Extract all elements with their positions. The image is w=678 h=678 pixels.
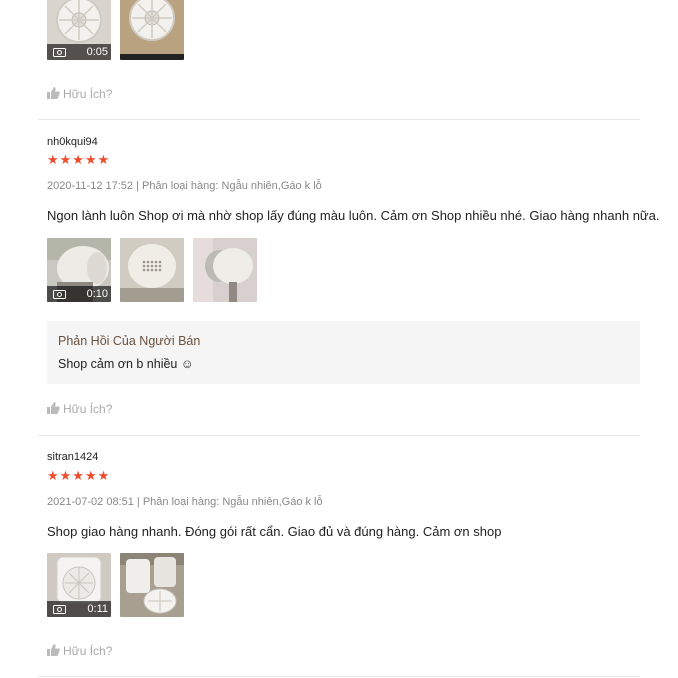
helpful-button[interactable]: Hữu Ích? (47, 644, 112, 658)
review-divider (38, 435, 640, 436)
review-media-image[interactable] (120, 553, 184, 617)
review-media-image[interactable] (193, 238, 257, 302)
fan-cover-photo (120, 0, 184, 60)
video-camera-icon (53, 605, 66, 614)
review-content: Ngon lành luôn Shop ơi mà nhờ shop lấy đ… (47, 208, 660, 223)
review-meta: 2020-11-12 17:52 | Phân loại hàng: Ngẫu … (47, 180, 322, 192)
video-duration-bar: 0:11 (47, 601, 111, 617)
review-divider (38, 676, 640, 677)
thumbs-up-icon (47, 87, 60, 99)
helpful-label: Hữu Ích? (63, 644, 113, 658)
review-media-video[interactable]: 0:10 (47, 238, 111, 302)
product-photo (120, 238, 184, 302)
product-photo (193, 238, 257, 302)
review-media-video[interactable]: 0:11 (47, 553, 111, 617)
video-camera-icon (53, 290, 66, 299)
video-duration-bar: 0:05 (47, 44, 111, 60)
video-camera-icon (53, 48, 66, 57)
rating-stars: ★★★★★ (47, 152, 111, 167)
helpful-button[interactable]: Hữu Ích? (47, 402, 112, 416)
review-media-image[interactable] (120, 238, 184, 302)
review-media-image[interactable] (120, 0, 184, 60)
helpful-label: Hữu Ích? (63, 402, 113, 416)
helpful-button[interactable]: Hữu Ích? (47, 87, 112, 101)
thumbs-up-icon (47, 644, 60, 656)
review-content: Shop giao hàng nhanh. Đóng gói rất cẩn. … (47, 524, 502, 539)
helpful-label: Hữu Ích? (63, 87, 113, 101)
seller-reply-box: Phản Hồi Của Người Bán Shop cảm ơn b nhi… (47, 321, 640, 384)
reviewer-username[interactable]: nh0kqui94 (47, 136, 98, 148)
video-duration: 0:05 (86, 46, 108, 58)
product-photo (120, 553, 184, 617)
rating-stars: ★★★★★ (47, 468, 111, 483)
seller-reply-title: Phản Hồi Của Người Bán (58, 334, 201, 348)
video-duration: 0:10 (86, 288, 108, 300)
video-duration: 0:11 (87, 603, 108, 615)
review-media-video[interactable]: 0:05 (47, 0, 111, 60)
thumbs-up-icon (47, 402, 60, 414)
reviewer-username[interactable]: sitran1424 (47, 451, 98, 463)
review-divider (38, 119, 640, 120)
review-meta: 2021-07-02 08:51 | Phân loại hàng: Ngẫu … (47, 496, 323, 508)
seller-reply-text: Shop cảm ơn b nhiều ☺ (58, 357, 194, 371)
video-duration-bar: 0:10 (47, 286, 111, 302)
